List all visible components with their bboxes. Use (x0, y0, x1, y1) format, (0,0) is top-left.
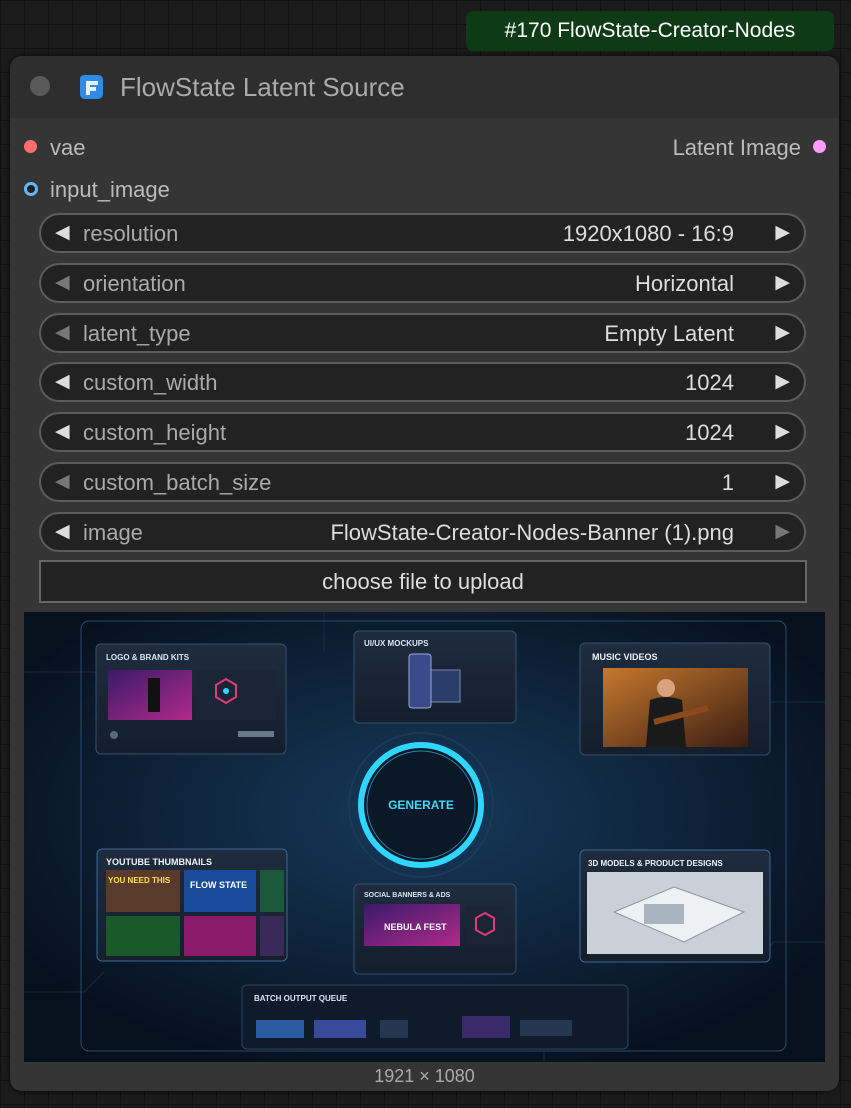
social-panel-title: SOCIAL BANNERS & ADS (364, 892, 451, 899)
decrement-arrow-icon[interactable]: ◀ (55, 521, 70, 543)
youtube-panel-title: YOUTUBE THUMBNAILS (106, 857, 212, 867)
decrement-arrow-icon[interactable]: ◀ (55, 222, 70, 244)
logo-panel-title: LOGO & BRAND KITS (106, 653, 190, 662)
increment-arrow-icon[interactable]: ▶ (775, 222, 790, 244)
node-title-bar[interactable]: FlowState Latent Source (10, 56, 839, 118)
flowstate-logo-icon (80, 75, 103, 99)
collapse-toggle[interactable] (30, 76, 50, 96)
uiux-panel-title: UI/UX MOCKUPS (364, 639, 429, 648)
image-dimensions-label: 1921 × 1080 (374, 1066, 475, 1086)
decrement-arrow-icon[interactable]: ◀ (55, 471, 70, 493)
node-title: FlowState Latent Source (120, 72, 405, 102)
widget-value: 1024 (685, 420, 734, 445)
widget-label: custom_height (83, 420, 227, 445)
widget-value: Horizontal (634, 271, 734, 296)
widget-value: 1024 (685, 370, 734, 395)
increment-arrow-icon[interactable]: ▶ (775, 272, 790, 294)
input-image-input-dot[interactable] (24, 182, 38, 196)
youtube-thumb-text-2: FLOW STATE (190, 880, 247, 890)
latent-image-output-dot[interactable] (813, 140, 826, 153)
widget-label: image (83, 520, 143, 545)
image-preview: LOGO & BRAND KITS UI/UX MOCKUPS MUSIC VI… (24, 612, 825, 1062)
widget-value: 1 (721, 470, 734, 495)
decrement-arrow-icon[interactable]: ◀ (55, 322, 70, 344)
widget-label: custom_width (83, 370, 218, 395)
increment-arrow-icon[interactable]: ▶ (775, 371, 790, 393)
decrement-arrow-icon[interactable]: ◀ (55, 371, 70, 393)
youtube-thumb-text-1: YOU NEED THIS (108, 876, 171, 885)
increment-arrow-icon[interactable]: ▶ (775, 521, 790, 543)
music-panel-title: MUSIC VIDEOS (592, 652, 658, 662)
custom-width-widget[interactable]: ◀ custom_width 1024 ▶ (39, 362, 806, 402)
social-thumb-text: NEBULA FEST (384, 922, 447, 932)
decrement-arrow-icon[interactable]: ◀ (55, 421, 70, 443)
increment-arrow-icon[interactable]: ▶ (775, 471, 790, 493)
decrement-arrow-icon[interactable]: ◀ (55, 272, 70, 294)
node-id-badge: #170 FlowState-Creator-Nodes (466, 11, 834, 51)
increment-arrow-icon[interactable]: ▶ (775, 322, 790, 344)
orientation-widget[interactable]: ◀ orientation Horizontal ▶ (39, 263, 806, 303)
widget-label: latent_type (83, 321, 191, 346)
models-panel-title: 3D MODELS & PRODUCT DESIGNS (588, 859, 723, 868)
widget-label: resolution (83, 221, 179, 246)
latent-type-widget[interactable]: ◀ latent_type Empty Latent ▶ (39, 313, 806, 353)
widget-value: 1920x1080 - 16:9 (562, 221, 734, 246)
widget-value: Empty Latent (604, 321, 734, 346)
latent-source-node[interactable]: FlowState Latent Source vae Latent Image… (10, 56, 839, 1091)
image-widget[interactable]: ◀ image FlowState-Creator-Nodes-Banner (… (39, 512, 806, 552)
custom-batch-size-widget[interactable]: ◀ custom_batch_size 1 ▶ (39, 462, 806, 502)
batch-panel-title: BATCH OUTPUT QUEUE (254, 994, 348, 1003)
choose-file-upload-button[interactable]: choose file to upload (39, 560, 807, 603)
increment-arrow-icon[interactable]: ▶ (775, 421, 790, 443)
widget-label: orientation (83, 271, 186, 296)
custom-height-widget[interactable]: ◀ custom_height 1024 ▶ (39, 412, 806, 452)
input-image-input-label: input_image (50, 177, 170, 202)
widget-label: custom_batch_size (83, 470, 272, 495)
widget-value: FlowState-Creator-Nodes-Banner (1).png (330, 520, 734, 545)
vae-input-label: vae (50, 135, 86, 160)
vae-input-dot[interactable] (24, 140, 37, 153)
latent-image-output-label: Latent Image (672, 135, 801, 160)
generate-label: GENERATE (388, 798, 454, 812)
resolution-widget[interactable]: ◀ resolution 1920x1080 - 16:9 ▶ (39, 213, 806, 253)
